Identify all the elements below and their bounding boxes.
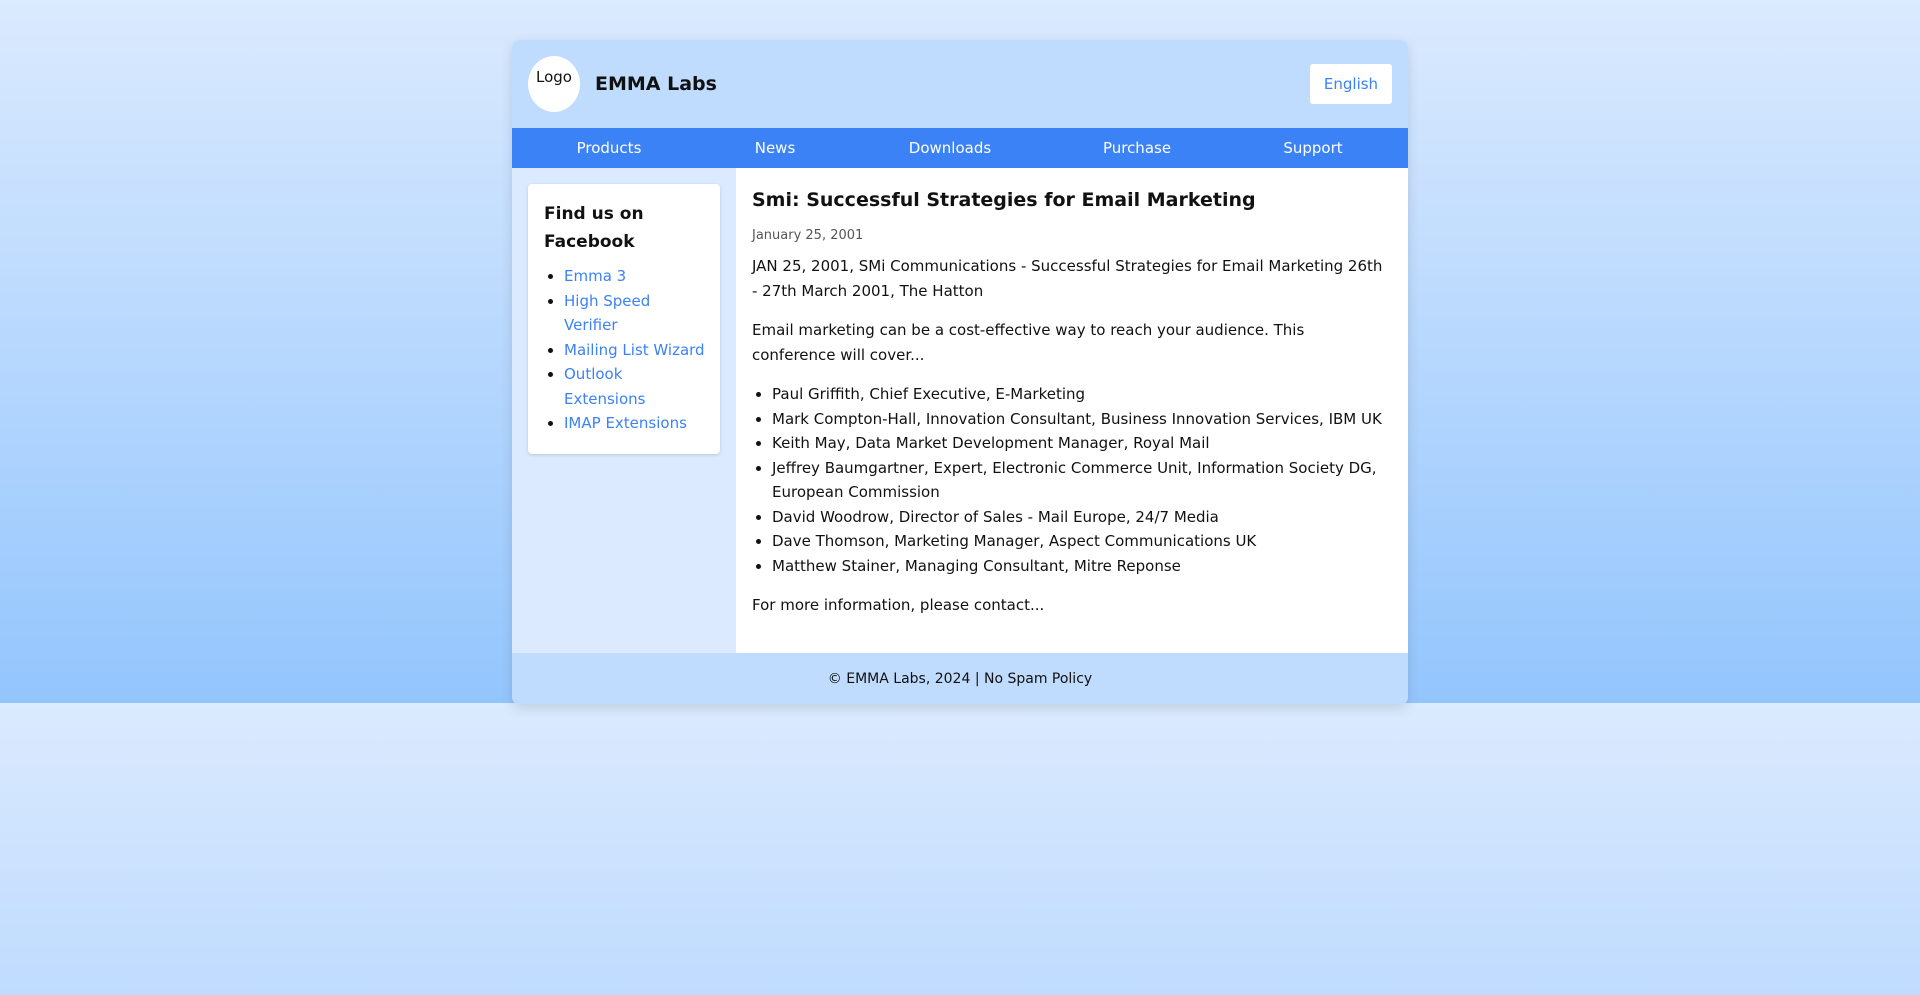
site-header: Logo EMMA Labs English [512,40,1408,128]
list-item: Outlook Extensions [564,362,706,411]
nav-item-purchase[interactable]: Purchase [1103,128,1171,168]
speaker-list: Paul Griffith, Chief Executive, E-Market… [752,382,1392,578]
speaker-item: David Woodrow, Director of Sales - Mail … [772,505,1392,530]
article: Smi: Successful Strategies for Email Mar… [736,168,1408,653]
list-item: IMAP Extensions [564,411,706,436]
brand-name: EMMA Labs [595,73,717,95]
article-closing: For more information, please contact... [752,596,1045,614]
list-item: Emma 3 [564,264,706,289]
site-footer: © EMMA Labs, 2024 | No Spam Policy [512,653,1408,704]
logo-text: Logo [536,68,572,86]
facebook-link-list: Emma 3 High Speed Verifier Mailing List … [544,264,706,436]
facebook-link-mailing-list-wizard[interactable]: Mailing List Wizard [564,341,705,359]
list-item: High Speed Verifier [564,289,706,338]
article-title: Smi: Successful Strategies for Email Mar… [752,189,1256,211]
page-container: Logo EMMA Labs English Products News Dow… [512,40,1408,704]
article-date: January 25, 2001 [752,228,864,243]
nav-item-news[interactable]: News [755,128,796,168]
speaker-item: Keith May, Data Market Development Manag… [772,431,1392,456]
nav-item-downloads[interactable]: Downloads [909,128,991,168]
speaker-item: Paul Griffith, Chief Executive, E-Market… [772,382,1392,407]
content-row: Find us on Facebook Emma 3 High Speed Ve… [512,168,1408,653]
article-intro: JAN 25, 2001, SMi Communications - Succe… [752,257,1383,300]
nav-item-products[interactable]: Products [577,128,642,168]
language-button[interactable]: English [1310,64,1392,104]
facebook-link-outlook-extensions[interactable]: Outlook Extensions [564,365,645,408]
article-summary: Email marketing can be a cost-effective … [752,321,1305,364]
facebook-card: Find us on Facebook Emma 3 High Speed Ve… [528,184,720,454]
facebook-link-emma-3[interactable]: Emma 3 [564,267,626,285]
facebook-link-imap-extensions[interactable]: IMAP Extensions [564,414,687,432]
speaker-item: Matthew Stainer, Managing Consultant, Mi… [772,554,1392,579]
speaker-item: Dave Thomson, Marketing Manager, Aspect … [772,529,1392,554]
site-logo[interactable]: Logo [528,56,580,112]
speaker-item: Jeffrey Baumgartner, Expert, Electronic … [772,456,1392,505]
footer-text: © EMMA Labs, 2024 | No Spam Policy [827,670,1093,687]
speaker-item: Mark Compton-Hall, Innovation Consultant… [772,407,1392,432]
sidebar: Find us on Facebook Emma 3 High Speed Ve… [512,168,736,653]
facebook-link-high-speed-verifier[interactable]: High Speed Verifier [564,292,650,335]
facebook-card-title: Find us on Facebook [544,204,644,252]
list-item: Mailing List Wizard [564,338,706,363]
main-nav: Products News Downloads Purchase Support [512,128,1408,168]
nav-item-support[interactable]: Support [1283,128,1342,168]
